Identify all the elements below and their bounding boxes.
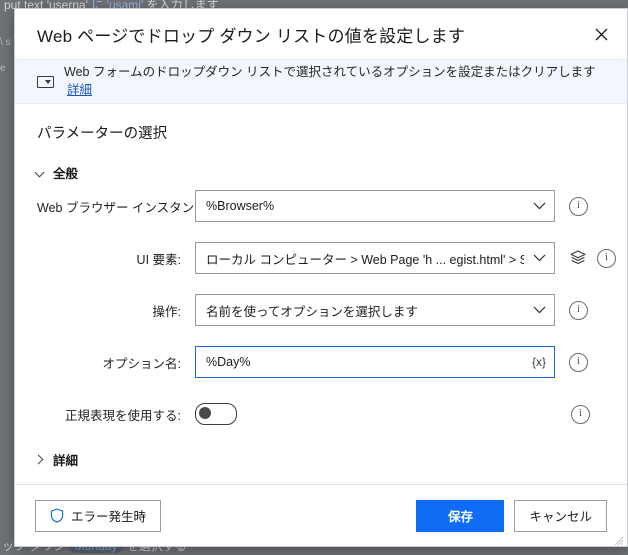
info-icon[interactable]: i [569, 352, 588, 372]
info-icon[interactable]: i [569, 300, 588, 320]
info-icon[interactable]: i [571, 404, 590, 424]
group-header-general[interactable]: 全般 [35, 163, 78, 182]
dialog-description-text: Web フォームのドロップダウン リストで選択されているオプションを設定またはク… [64, 65, 596, 79]
side-icons-use-regex: i [571, 404, 590, 424]
info-icon[interactable]: i [569, 196, 588, 216]
chevron-right-icon [35, 455, 45, 465]
operation-value: 名前を使ってオプションを選択します [206, 304, 418, 319]
close-icon[interactable] [581, 17, 621, 51]
dialog-description: Web フォームのドロップダウン リストで選択されているオプションを設定またはク… [64, 64, 605, 99]
dialog-info-bar: Web フォームのドロップダウン リストで選択されているオプションを設定またはク… [15, 59, 627, 104]
page-title: パラメーターの選択 [37, 126, 168, 142]
group-header-advanced[interactable]: 詳細 [35, 450, 78, 469]
field-row-option-name: オプション名: %Day% {x} i [15, 346, 627, 378]
ui-element-dropdown[interactable]: ローカル コンピューター > Web Page 'h ... egist.htm… [195, 242, 555, 274]
cancel-button-label: キャンセル [529, 510, 592, 524]
chevron-down-icon [524, 306, 554, 314]
dropdown-list-icon [37, 75, 54, 88]
save-button[interactable]: 保存 [416, 499, 505, 532]
use-regex-toggle[interactable] [195, 403, 237, 425]
cancel-button[interactable]: キャンセル [514, 499, 607, 532]
label-ui-element: UI 要素: [136, 252, 181, 267]
web-browser-instance-value: %Browser% [206, 199, 275, 213]
dialog-title: Web ページでドロップ ダウン リストの値を設定します [37, 26, 466, 46]
web-browser-instance-dropdown[interactable]: %Browser% [195, 190, 555, 222]
set-dropdown-value-dialog: Web ページでドロップ ダウン リストの値を設定します Web フォームのドロ… [14, 8, 628, 547]
ui-element-value: ローカル コンピューター > Web Page 'h ... egist.htm… [206, 252, 524, 267]
label-use-regex: 正規表現を使用する: [65, 408, 181, 423]
option-name-input[interactable]: %Day% {x} [195, 346, 555, 378]
operation-dropdown[interactable]: 名前を使ってオプションを選択します [195, 294, 555, 326]
background-left-chars: \ s e [0, 37, 11, 74]
chevron-down-icon [35, 168, 45, 178]
info-icon[interactable]: i [597, 248, 616, 268]
chevron-down-icon [524, 202, 554, 210]
field-row-web-browser-instance: Web ブラウザー インスタンス: %Browser% i [15, 190, 627, 222]
side-icons-option-name: i [569, 352, 588, 372]
dialog-footer: エラー発生時 保存 キャンセル [15, 484, 627, 546]
resize-grip-icon[interactable] [613, 533, 624, 546]
footer-action-buttons: 保存 キャンセル [416, 499, 607, 532]
dialog-titlebar: Web ページでドロップ ダウン リストの値を設定します [15, 9, 627, 59]
on-error-button-label: エラー発生時 [71, 510, 147, 524]
field-row-ui-element: UI 要素: ローカル コンピューター > Web Page 'h ... eg… [15, 242, 627, 274]
field-row-operation: 操作: 名前を使ってオプションを選択します i [15, 294, 627, 326]
toggle-knob [199, 407, 211, 419]
save-button-label: 保存 [447, 510, 473, 524]
chevron-down-icon [524, 254, 554, 262]
side-icons-ui-element: i [569, 248, 616, 268]
dialog-body: パラメーターの選択 全般 Web ブラウザー インスタンス: %Browser%… [15, 104, 627, 484]
learn-more-link[interactable]: 詳細 [67, 83, 92, 97]
label-web-browser-instance: Web ブラウザー インスタンス: [37, 200, 210, 215]
label-option-name: オプション名: [102, 356, 181, 371]
variable-picker-button[interactable]: {x} [523, 347, 554, 377]
on-error-button[interactable]: エラー発生時 [35, 499, 162, 532]
layers-icon[interactable] [569, 249, 587, 267]
option-name-value: %Day% [206, 355, 251, 369]
group-header-advanced-label: 詳細 [53, 454, 79, 468]
label-operation: 操作: [152, 304, 181, 319]
side-icons-web-browser-instance: i [569, 196, 588, 216]
shield-icon [50, 508, 64, 523]
group-header-general-label: 全般 [53, 167, 79, 181]
side-icons-operation: i [569, 300, 588, 320]
field-row-use-regex: 正規表現を使用する: i [15, 398, 627, 430]
